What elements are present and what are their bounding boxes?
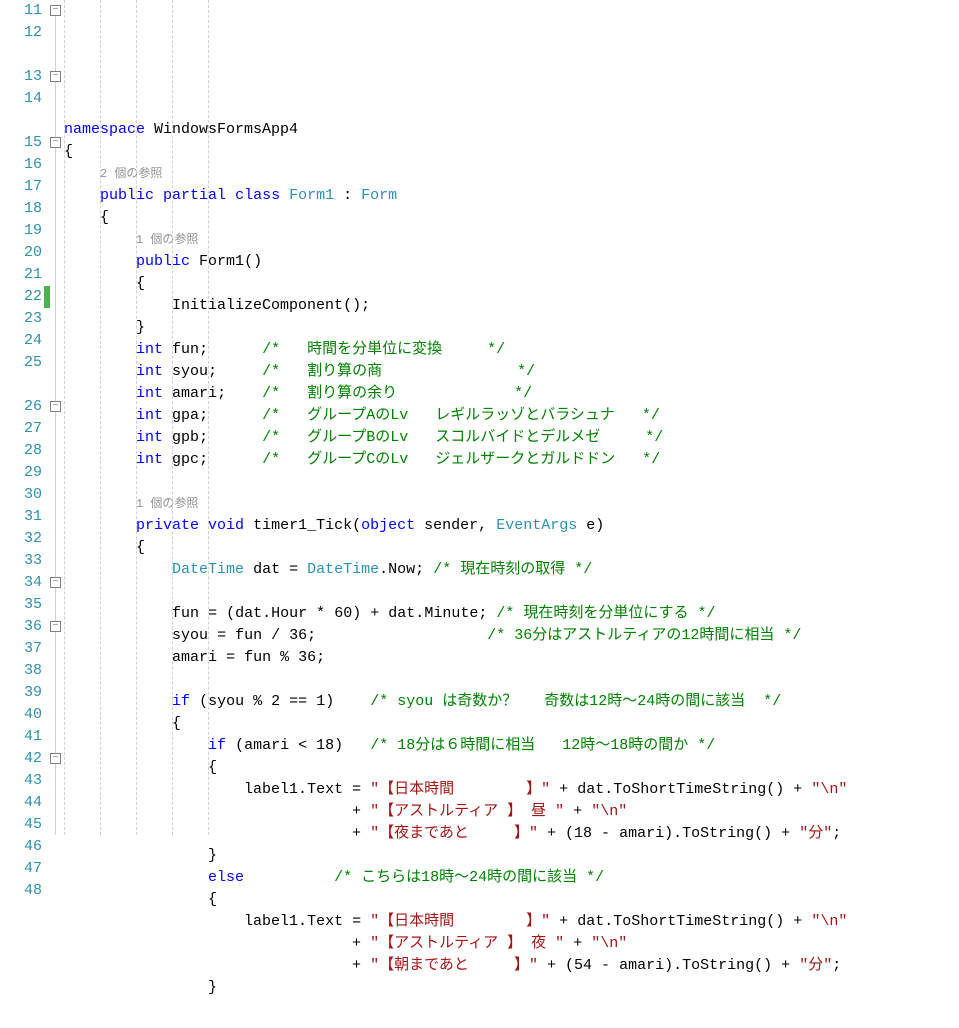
line-number: 37 (0, 638, 42, 660)
line-number: 25 (0, 352, 42, 374)
line-number: 29 (0, 462, 42, 484)
fold-toggle-icon[interactable]: − (50, 71, 61, 82)
code-line[interactable]: InitializeComponent(); (64, 295, 959, 317)
line-number: 21 (0, 264, 42, 286)
codelens-reference[interactable]: 1 個の参照 (64, 493, 959, 515)
line-number: 30 (0, 484, 42, 506)
codelens-reference[interactable]: 1 個の参照 (64, 229, 959, 251)
line-number: 44 (0, 792, 42, 814)
code-line[interactable]: private void timer1_Tick(object sender, … (64, 515, 959, 537)
code-line[interactable]: + "【朝まであと 】" + (54 - amari).ToString() +… (64, 955, 959, 977)
code-line[interactable]: public partial class Form1 : Form (64, 185, 959, 207)
line-number: 45 (0, 814, 42, 836)
code-editor[interactable]: 1112 1314 1516171819202122232425 2627282930… (0, 0, 959, 835)
code-line[interactable]: if (amari < 18) /* 18分は６時間に相当 12時～18時の間か… (64, 735, 959, 757)
code-line[interactable]: int gpc; /* グループCのLv ジェルザークとガルドドン */ (64, 449, 959, 471)
code-area[interactable]: namespace WindowsFormsApp4{ 2 個の参照 publi… (64, 0, 959, 835)
code-line[interactable]: namespace WindowsFormsApp4 (64, 119, 959, 141)
code-line[interactable]: if (syou % 2 == 1) /* syou は奇数か？ 奇数は12時～… (64, 691, 959, 713)
line-number: 39 (0, 682, 42, 704)
code-line[interactable]: public Form1() (64, 251, 959, 273)
code-line[interactable]: int fun; /* 時間を分単位に変換 */ (64, 339, 959, 361)
line-number: 48 (0, 880, 42, 902)
line-number: 12 (0, 22, 42, 44)
line-number: 32 (0, 528, 42, 550)
fold-toggle-icon[interactable]: − (50, 621, 61, 632)
line-number: 35 (0, 594, 42, 616)
code-line[interactable]: { (64, 207, 959, 229)
line-number: 16 (0, 154, 42, 176)
line-number: 38 (0, 660, 42, 682)
code-line[interactable]: int syou; /* 割り算の商 */ (64, 361, 959, 383)
code-line[interactable]: amari = fun % 36; (64, 647, 959, 669)
code-line[interactable]: label1.Text = "【日本時間 】" + dat.ToShortTim… (64, 779, 959, 801)
fold-toggle-icon[interactable]: − (50, 401, 61, 412)
code-line[interactable]: { (64, 141, 959, 163)
fold-toggle-icon[interactable]: − (50, 5, 61, 16)
line-number: 41 (0, 726, 42, 748)
fold-toggle-icon[interactable]: − (50, 137, 61, 148)
line-number: 42 (0, 748, 42, 770)
line-number: 19 (0, 220, 42, 242)
code-line[interactable]: + "【夜まであと 】" + (18 - amari).ToString() +… (64, 823, 959, 845)
line-number: 33 (0, 550, 42, 572)
line-number: 15 (0, 132, 42, 154)
code-line[interactable]: } (64, 845, 959, 867)
code-line[interactable]: syou = fun / 36; /* 36分はアストルティアの12時間に相当 … (64, 625, 959, 647)
code-line[interactable]: label1.Text = "【日本時間 】" + dat.ToShortTim… (64, 911, 959, 933)
code-line[interactable] (64, 471, 959, 493)
line-number: 26 (0, 396, 42, 418)
code-line[interactable] (64, 669, 959, 691)
code-line[interactable]: } (64, 977, 959, 999)
fold-toggle-icon[interactable]: − (50, 577, 61, 588)
fold-column[interactable]: − − − − − − − (50, 0, 64, 835)
code-line[interactable]: { (64, 757, 959, 779)
line-number: 11 (0, 0, 42, 22)
line-number: 27 (0, 418, 42, 440)
line-number: 24 (0, 330, 42, 352)
line-number: 20 (0, 242, 42, 264)
line-number: 43 (0, 770, 42, 792)
code-line[interactable]: + "【アストルティア 】 夜 " + "\n" (64, 933, 959, 955)
line-number: 18 (0, 198, 42, 220)
codelens-reference[interactable]: 2 個の参照 (64, 163, 959, 185)
line-number: 23 (0, 308, 42, 330)
code-line[interactable]: { (64, 537, 959, 559)
line-number: 28 (0, 440, 42, 462)
code-line[interactable]: + "【アストルティア 】 昼 " + "\n" (64, 801, 959, 823)
line-number: 46 (0, 836, 42, 858)
code-line[interactable]: { (64, 889, 959, 911)
line-number: 36 (0, 616, 42, 638)
code-line[interactable]: int gpa; /* グループAのLv レギルラッゾとバラシュナ */ (64, 405, 959, 427)
code-line[interactable]: { (64, 713, 959, 735)
code-line[interactable]: { (64, 273, 959, 295)
code-line[interactable]: int gpb; /* グループBのLv スコルバイドとデルメゼ */ (64, 427, 959, 449)
fold-toggle-icon[interactable]: − (50, 753, 61, 764)
code-line[interactable] (64, 999, 959, 1021)
line-number-gutter: 1112 1314 1516171819202122232425 2627282930… (0, 0, 44, 835)
line-number: 22 (0, 286, 42, 308)
line-number: 47 (0, 858, 42, 880)
line-number (0, 110, 42, 132)
line-number: 31 (0, 506, 42, 528)
code-line[interactable]: int amari; /* 割り算の余り */ (64, 383, 959, 405)
code-line[interactable]: DateTime dat = DateTime.Now; /* 現在時刻の取得 … (64, 559, 959, 581)
line-number: 40 (0, 704, 42, 726)
line-number (0, 374, 42, 396)
code-line[interactable]: } (64, 317, 959, 339)
code-line[interactable]: else /* こちらは18時～24時の間に該当 */ (64, 867, 959, 889)
line-number: 13 (0, 66, 42, 88)
code-line[interactable] (64, 581, 959, 603)
line-number (0, 44, 42, 66)
line-number: 34 (0, 572, 42, 594)
line-number: 14 (0, 88, 42, 110)
line-number: 17 (0, 176, 42, 198)
code-line[interactable]: fun = (dat.Hour * 60) + dat.Minute; /* 現… (64, 603, 959, 625)
